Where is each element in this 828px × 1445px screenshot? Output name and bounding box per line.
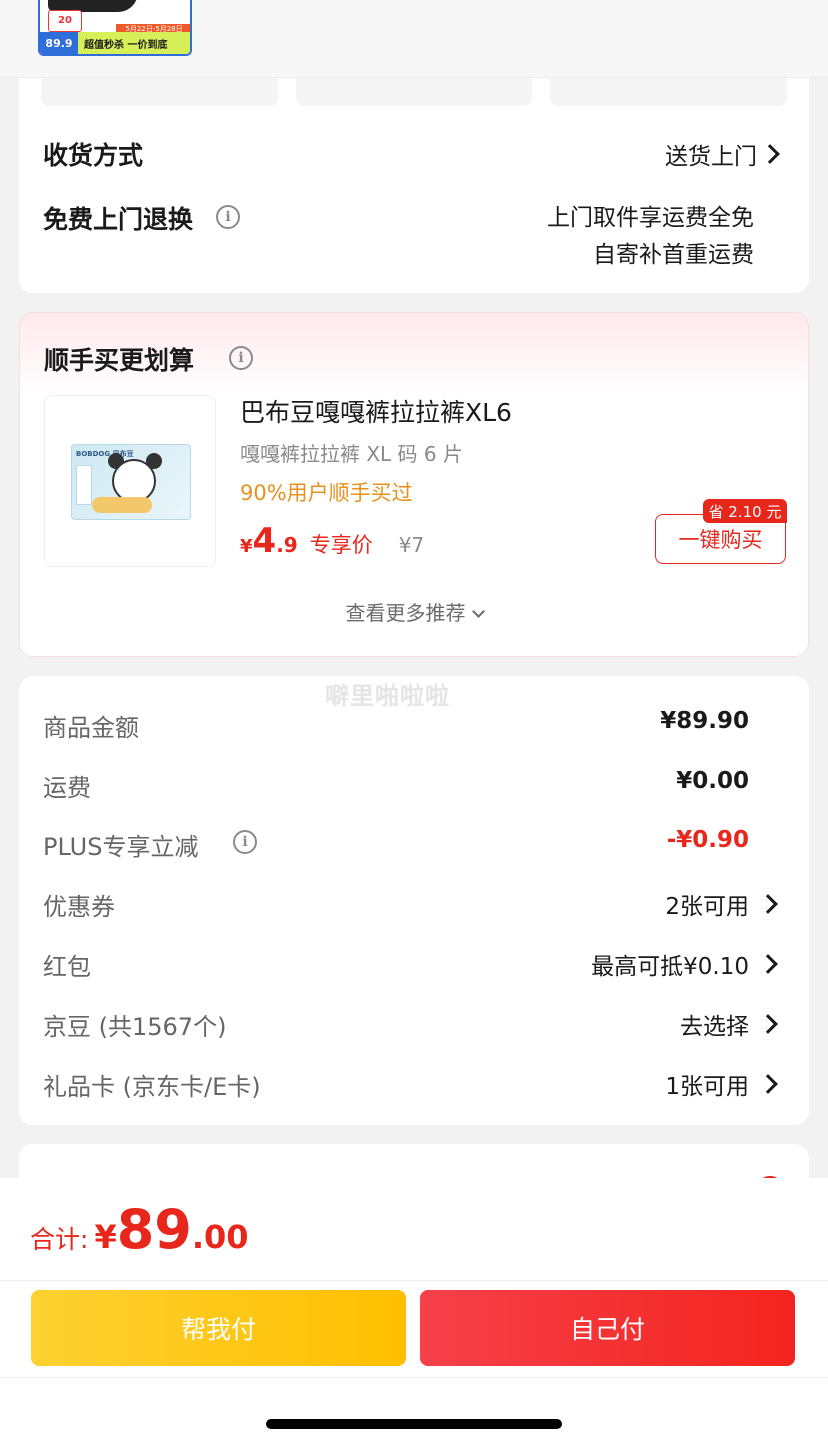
free-return-line2: 自寄补首重运费 [593, 242, 754, 268]
info-icon[interactable]: i [233, 830, 257, 854]
total-label: 合计: [30, 1225, 89, 1254]
top-header: 20 5月22日-5月28日 89.9 超值秒杀 一价到底 [0, 0, 828, 78]
checkout-bar: 合计: ¥ 89 .00 帮我付 自己付 [0, 1178, 828, 1445]
promo-slogan: 超值秒杀 一价到底 [84, 39, 168, 51]
row-label: 优惠券 [43, 893, 115, 921]
delivery-method-value[interactable]: 送货上门 [665, 137, 757, 171]
product-buy-rate: 90%用户顺手买过 [240, 481, 413, 505]
pack-brand: BOBDOG 巴布豆 [76, 450, 134, 458]
row-label: 京豆 (共1567个) [43, 1013, 227, 1041]
free-return-label: 免费上门退换 [43, 205, 194, 234]
home-indicator[interactable] [266, 1419, 562, 1429]
promo-product-thumbnail[interactable]: 20 5月22日-5月28日 89.9 超值秒杀 一价到底 [38, 0, 192, 56]
price-breakdown-card: 噼里啪啦啦 商品金额 ¥89.90 运费 ¥0.00 PLUS专享立减 i -¥… [19, 676, 809, 1125]
goods-amount-row: 商品金额 ¥89.90 [19, 702, 809, 742]
row-label: PLUS专享立减 [43, 833, 199, 861]
row-value: 1张可用 [665, 1074, 749, 1100]
product-name[interactable]: 巴布豆嘎嘎裤拉拉裤XL6 [240, 393, 512, 429]
row-value: 去选择 [680, 1014, 749, 1040]
diaper-pack-image: BOBDOG 巴布豆 [71, 444, 191, 520]
original-price: ¥7 [398, 533, 425, 557]
jingdou-row[interactable]: 京豆 (共1567个) 去选择 [19, 1001, 809, 1041]
coupon-row[interactable]: 优惠券 2张可用 [19, 881, 809, 921]
promo-badge: 20 [48, 10, 82, 32]
row-label: 商品金额 [43, 714, 139, 742]
row-label: 红包 [43, 953, 91, 981]
help-me-pay-button[interactable]: 帮我付 [31, 1290, 406, 1366]
order-total: 合计: ¥ 89 .00 [30, 1198, 249, 1261]
row-label: 运费 [43, 774, 91, 802]
info-icon[interactable]: i [216, 205, 240, 229]
chevron-right-icon[interactable] [758, 1074, 778, 1094]
product-image[interactable]: BOBDOG 巴布豆 [44, 395, 216, 567]
promo-bar: 89.9 超值秒杀 一价到底 [40, 32, 190, 54]
chevron-right-icon[interactable] [758, 954, 778, 974]
row-value: ¥89.90 [660, 708, 749, 734]
chevron-right-icon[interactable] [758, 1014, 778, 1034]
price-integer: 4 [252, 521, 277, 561]
shipping-row: 运费 ¥0.00 [19, 762, 809, 802]
chevron-down-icon [471, 605, 485, 618]
row-value: 2张可用 [665, 894, 749, 920]
gift-card-row[interactable]: 礼品卡 (京东卡/E卡) 1张可用 [19, 1061, 809, 1101]
total-decimal: .00 [191, 1218, 249, 1256]
row-value: 最高可抵¥0.10 [591, 954, 749, 980]
plus-discount-row: PLUS专享立减 i -¥0.90 [19, 821, 809, 861]
product-price: ¥ 4 .9 专享价 ¥7 [240, 521, 424, 561]
view-more-link[interactable]: 查看更多推荐 [20, 597, 808, 626]
total-integer: 89 [116, 1198, 192, 1261]
row-value: ¥0.00 [676, 768, 749, 794]
delivery-method-label: 收货方式 [43, 141, 144, 170]
exclusive-price-tag: 专享价 [309, 533, 373, 557]
product-spec: 嘎嘎裤拉拉裤 XL 码 6 片 [240, 442, 463, 466]
chevron-right-icon[interactable] [760, 144, 780, 164]
recommend-title: 顺手买更划算 [44, 346, 195, 375]
pay-myself-button[interactable]: 自己付 [420, 1290, 795, 1366]
recommend-card: 顺手买更划算 i BOBDOG 巴布豆 巴布豆嘎嘎裤拉拉裤XL6 嘎嘎裤拉拉裤 … [19, 312, 809, 657]
info-icon[interactable]: i [229, 346, 253, 370]
row-label: 礼品卡 (京东卡/E卡) [43, 1073, 261, 1101]
view-more-label: 查看更多推荐 [345, 601, 466, 625]
divider [0, 1377, 828, 1378]
promo-price: 89.9 [40, 32, 78, 54]
total-currency: ¥ [94, 1218, 117, 1256]
divider [0, 1280, 828, 1281]
free-return-line1: 上门取件享运费全免 [547, 205, 754, 231]
red-packet-row[interactable]: 红包 最高可抵¥0.10 [19, 941, 809, 981]
savings-badge: 省 2.10 元 [703, 499, 787, 523]
row-value: -¥0.90 [666, 827, 749, 853]
price-currency: ¥ [240, 536, 253, 557]
price-decimal: .9 [276, 533, 298, 557]
chevron-right-icon[interactable] [758, 894, 778, 914]
